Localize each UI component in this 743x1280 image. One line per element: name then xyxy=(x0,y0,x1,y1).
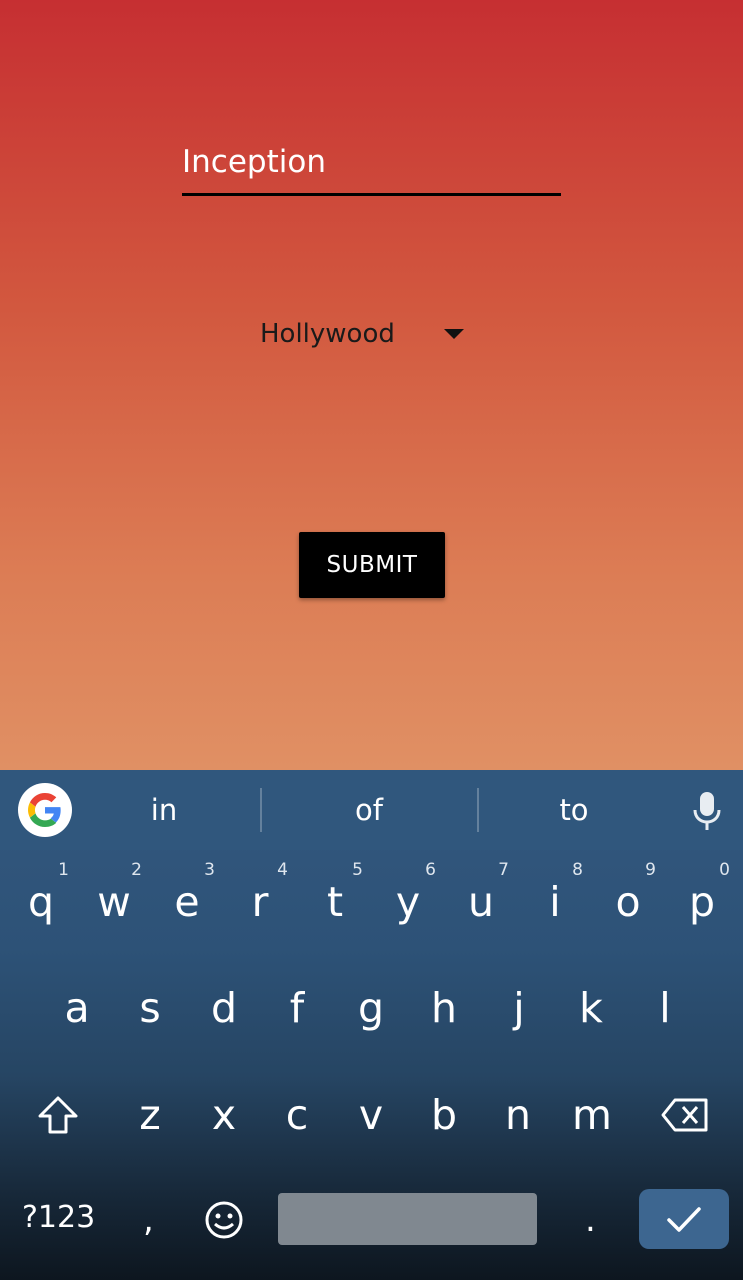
google-icon[interactable] xyxy=(18,783,72,837)
emoji-icon[interactable] xyxy=(204,1200,244,1248)
key-z[interactable]: z xyxy=(120,1075,180,1155)
key-label: e xyxy=(174,878,200,926)
suggestion-divider xyxy=(477,788,479,832)
key-a[interactable]: a xyxy=(47,968,107,1048)
key-hint: 9 xyxy=(645,860,656,880)
key-w[interactable]: w2 xyxy=(84,860,144,942)
comma-key[interactable]: , xyxy=(143,1200,154,1240)
key-label: i xyxy=(549,878,561,926)
key-hint: 8 xyxy=(572,860,583,880)
space-bar[interactable] xyxy=(278,1193,537,1245)
key-c[interactable]: c xyxy=(267,1075,327,1155)
submit-button[interactable]: SUBMIT xyxy=(299,532,445,598)
key-label: o xyxy=(615,878,641,926)
key-l[interactable]: l xyxy=(635,968,695,1048)
key-k[interactable]: k xyxy=(561,968,621,1048)
shift-icon[interactable] xyxy=(28,1075,88,1155)
key-j[interactable]: j xyxy=(489,968,549,1048)
soft-keyboard: in of to q1 w2 e3 r4 t5 y6 u7 i8 o9 p0 a… xyxy=(0,770,743,1280)
key-n[interactable]: n xyxy=(488,1075,548,1155)
key-h[interactable]: h xyxy=(414,968,474,1048)
key-q[interactable]: q1 xyxy=(11,860,71,942)
key-s[interactable]: s xyxy=(120,968,180,1048)
key-m[interactable]: m xyxy=(562,1075,622,1155)
backspace-icon[interactable] xyxy=(655,1075,715,1155)
key-hint: 3 xyxy=(204,860,215,880)
key-p[interactable]: p0 xyxy=(672,860,732,942)
key-label: q xyxy=(27,878,55,926)
suggestion-3[interactable]: to xyxy=(514,770,634,850)
suggestion-2[interactable]: of xyxy=(309,770,429,850)
key-hint: 1 xyxy=(58,860,69,880)
key-label: u xyxy=(468,878,494,926)
key-y[interactable]: y6 xyxy=(378,860,438,942)
industry-dropdown-value: Hollywood xyxy=(260,319,395,349)
key-label: p xyxy=(688,878,716,926)
enter-key[interactable] xyxy=(639,1189,729,1249)
key-r[interactable]: r4 xyxy=(230,860,290,942)
symbols-key[interactable]: ?123 xyxy=(22,1200,95,1235)
suggestion-bar: in of to xyxy=(0,770,743,850)
app-screen: Hollywood SUBMIT xyxy=(0,0,743,770)
movie-name-input[interactable] xyxy=(182,138,561,196)
check-icon xyxy=(667,1207,701,1232)
key-label: w xyxy=(97,878,131,926)
key-t[interactable]: t5 xyxy=(305,860,365,942)
key-hint: 6 xyxy=(425,860,436,880)
industry-dropdown[interactable]: Hollywood xyxy=(260,310,470,358)
key-label: y xyxy=(395,878,421,926)
key-hint: 0 xyxy=(719,860,730,880)
period-key[interactable]: . xyxy=(585,1200,596,1240)
key-hint: 2 xyxy=(131,860,142,880)
suggestion-1[interactable]: in xyxy=(104,770,224,850)
key-label: t xyxy=(326,878,344,926)
suggestion-divider xyxy=(260,788,262,832)
key-i[interactable]: i8 xyxy=(525,860,585,942)
key-label: r xyxy=(251,878,269,926)
key-d[interactable]: d xyxy=(194,968,254,1048)
key-hint: 7 xyxy=(498,860,509,880)
key-g[interactable]: g xyxy=(341,968,401,1048)
key-e[interactable]: e3 xyxy=(157,860,217,942)
key-b[interactable]: b xyxy=(414,1075,474,1155)
key-v[interactable]: v xyxy=(341,1075,401,1155)
key-u[interactable]: u7 xyxy=(451,860,511,942)
key-f[interactable]: f xyxy=(267,968,327,1048)
key-hint: 4 xyxy=(277,860,288,880)
mic-icon[interactable] xyxy=(690,790,724,832)
key-hint: 5 xyxy=(352,860,363,880)
key-o[interactable]: o9 xyxy=(598,860,658,942)
dropdown-arrow-icon xyxy=(444,329,464,339)
key-x[interactable]: x xyxy=(194,1075,254,1155)
